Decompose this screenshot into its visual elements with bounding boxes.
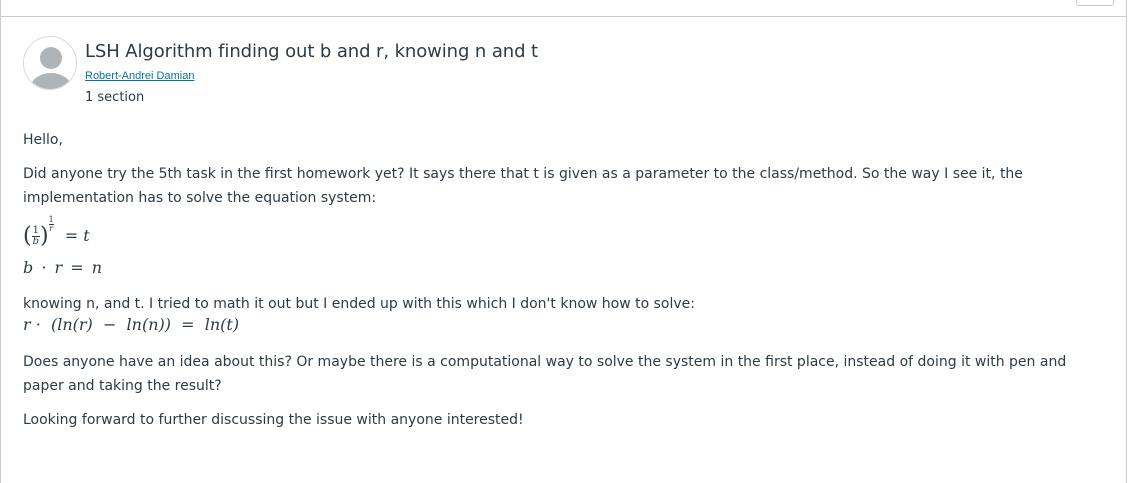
post-title: LSH Algorithm finding out b and r, knowi… [85,41,538,62]
avatar[interactable] [23,36,77,90]
greeting: Hello, [23,132,63,148]
fraction: 1b [31,225,40,247]
exponent-fraction: 1r [48,215,54,233]
equation-1: (1 b) 1 r = t [23,216,1103,254]
default-user-avatar-icon [24,37,76,89]
paragraph-2: knowing n, and t. I tried to math it out… [23,296,695,312]
author-link[interactable]: Robert-Andrei Damian [85,70,194,82]
paren-open: ( [23,223,32,249]
sections-count: 1 section [85,90,145,105]
paragraph-4: Looking forward to further discussing th… [23,412,524,428]
equation-3: r · (ln(r) − ln(n)) = ln(t) [23,315,240,334]
paragraph-1: Did anyone try the 5th task in the first… [23,166,1023,206]
post-body: Hello, Did anyone try the 5th task in th… [23,128,1103,432]
equation-2: b · r = n [23,258,103,277]
top-divider [0,16,1127,17]
paren-close: ) [40,223,49,249]
equation-1-rhs: = t [64,226,90,245]
corner-tab[interactable] [1076,0,1114,6]
paragraph-3: Does anyone have an idea about this? Or … [23,354,1067,394]
